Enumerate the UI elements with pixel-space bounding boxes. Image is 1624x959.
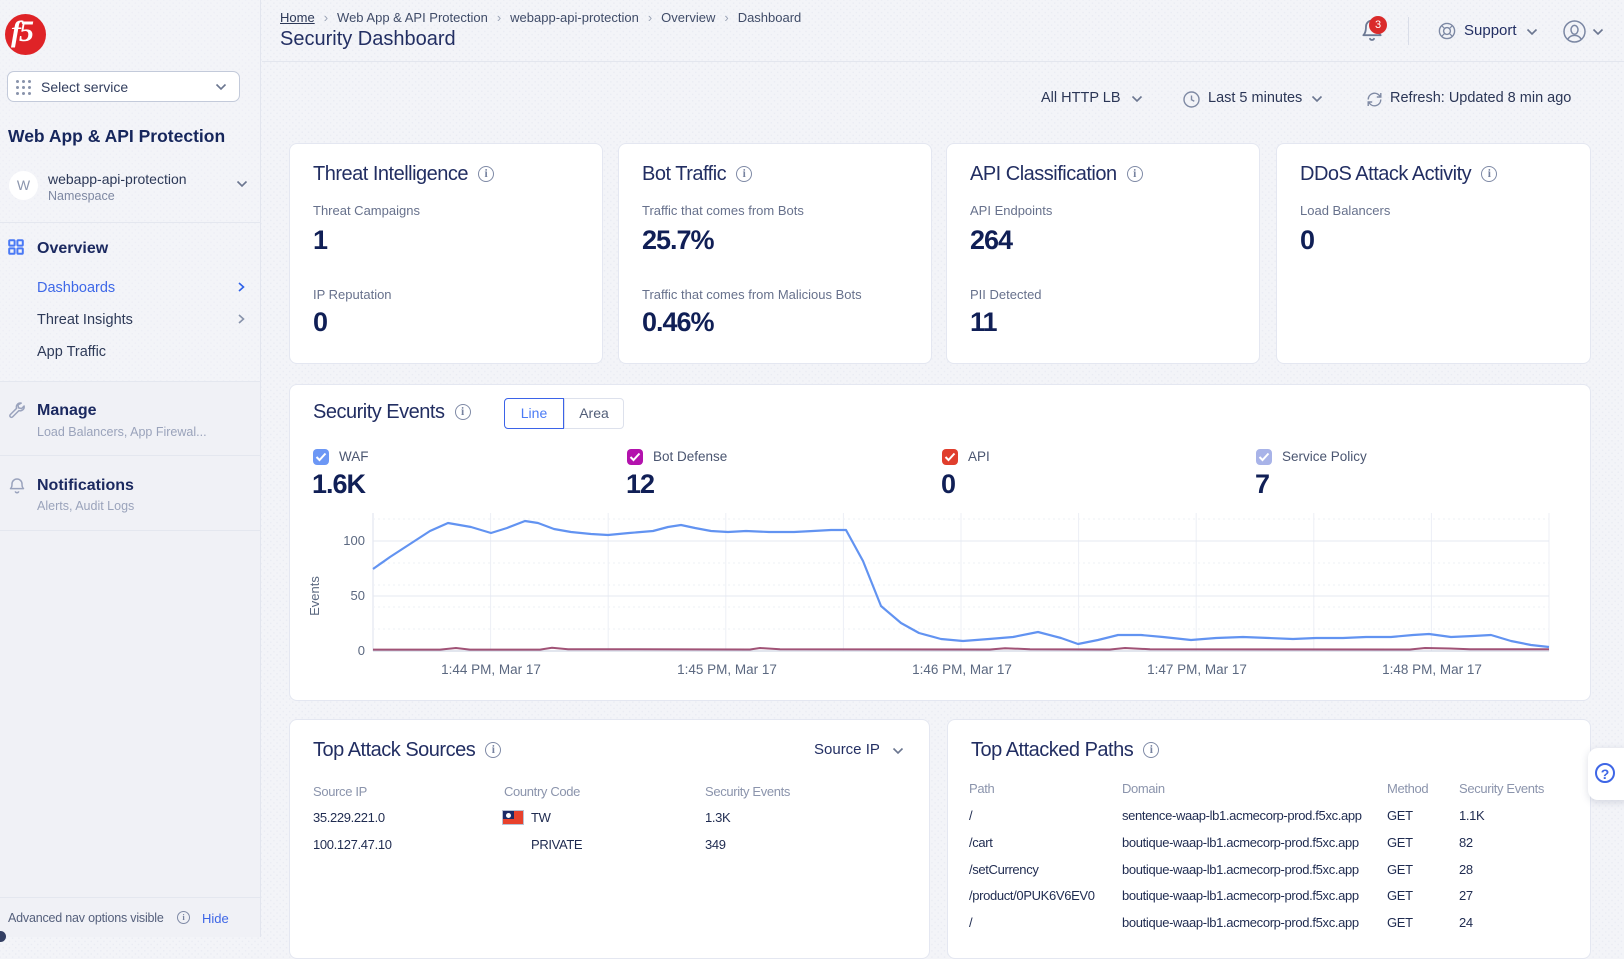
svg-text:100: 100 (343, 533, 365, 548)
svg-text:1:44 PM, Mar 17: 1:44 PM, Mar 17 (441, 662, 541, 677)
svg-text:1:46 PM, Mar 17: 1:46 PM, Mar 17 (912, 662, 1012, 677)
svg-text:1:48 PM, Mar 17: 1:48 PM, Mar 17 (1382, 662, 1482, 677)
svg-text:1:45 PM, Mar 17: 1:45 PM, Mar 17 (677, 662, 777, 677)
svg-text:0: 0 (358, 643, 365, 658)
svg-text:1:47 PM, Mar 17: 1:47 PM, Mar 17 (1147, 662, 1247, 677)
svg-text:50: 50 (351, 588, 365, 603)
svg-text:Events: Events (307, 576, 322, 616)
